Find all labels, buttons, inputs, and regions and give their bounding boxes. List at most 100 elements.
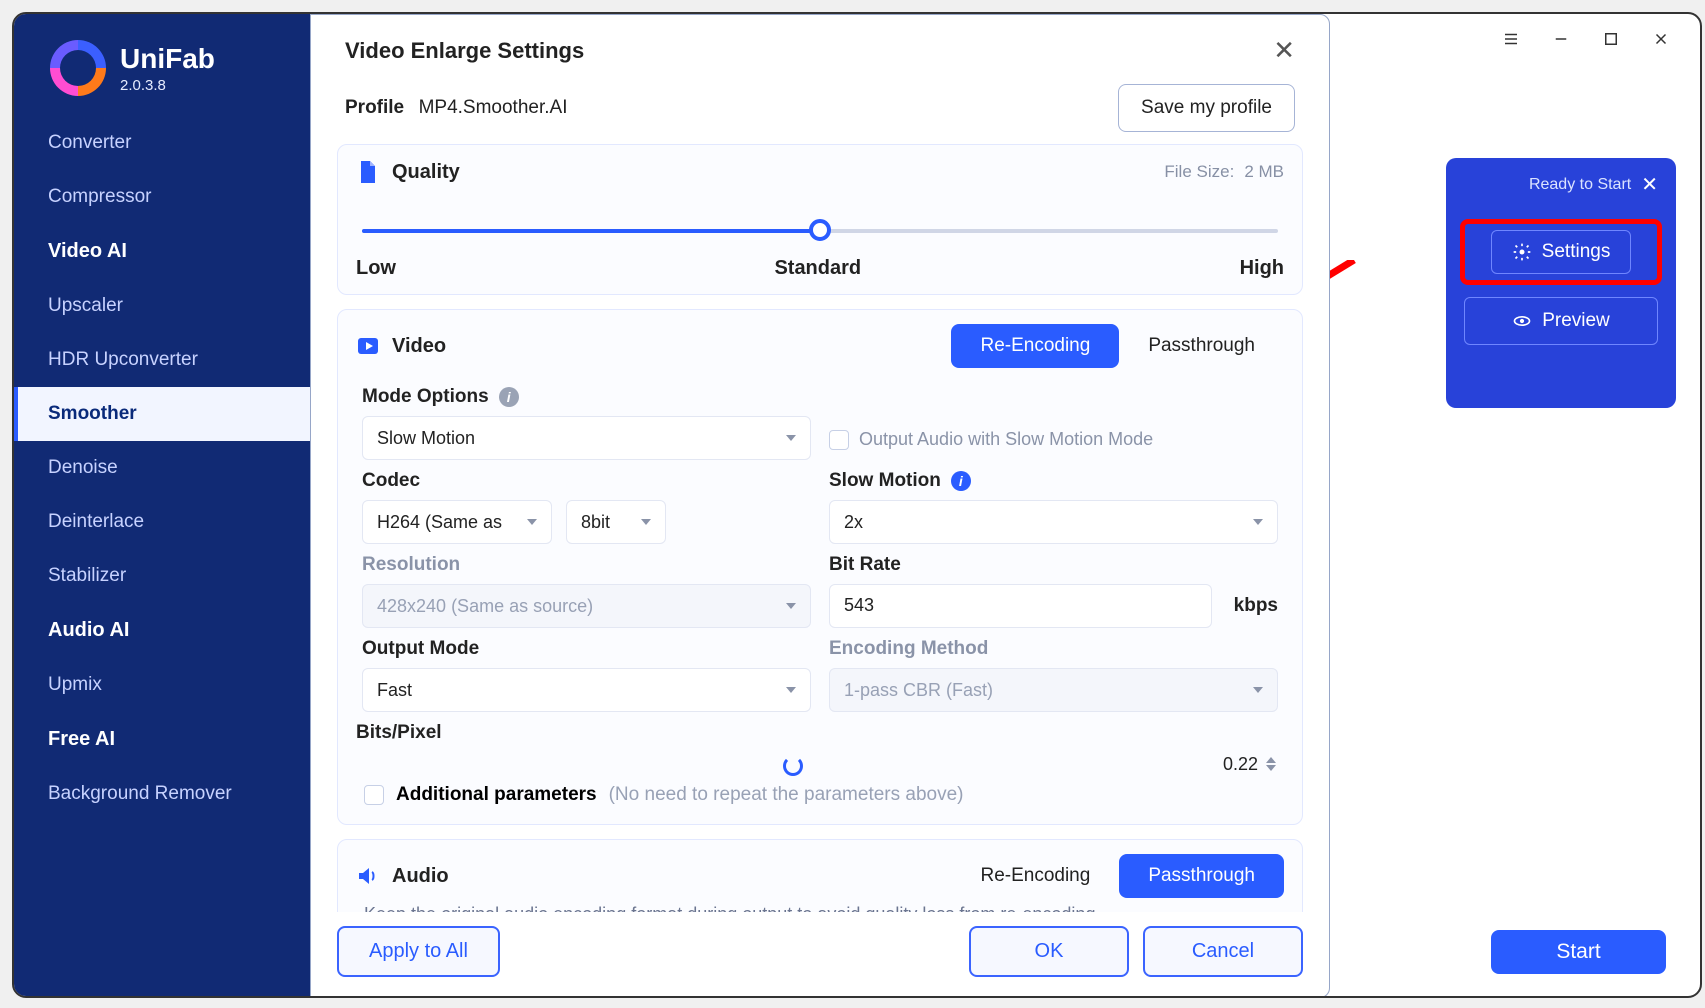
sidebar-header: UniFab 2.0.3.8 <box>14 14 310 116</box>
profile-value: MP4.Smoother.AI <box>419 97 568 118</box>
sidebar-item-background-remover[interactable]: Background Remover <box>14 767 310 821</box>
info-icon[interactable]: i <box>499 387 519 407</box>
quality-low-label: Low <box>356 257 396 280</box>
slow-motion-dropdown[interactable]: 2x <box>829 500 1278 544</box>
mode-options-dropdown[interactable]: Slow Motion <box>362 416 811 460</box>
titlebar <box>1500 14 1700 64</box>
sidebar-section-video-ai: Video AI <box>14 224 310 279</box>
bit-depth-dropdown[interactable]: 8bit <box>566 500 666 544</box>
slow-motion-value: 2x <box>844 512 863 533</box>
task-panel: Ready to Start ✕ Settings Preview <box>1446 158 1676 408</box>
sidebar-item-smoother[interactable]: Smoother <box>14 387 310 441</box>
dialog-body[interactable]: Quality File Size: 2 MB Low Standard Hig… <box>311 144 1329 912</box>
video-enlarge-settings-dialog: Video Enlarge Settings ✕ Profile MP4.Smo… <box>310 14 1330 998</box>
codec-value: H264 (Same as <box>377 512 502 533</box>
quality-high-label: High <box>1240 257 1284 280</box>
chevron-down-icon <box>786 435 796 441</box>
app-version: 2.0.3.8 <box>120 77 215 94</box>
settings-button-highlight: Settings <box>1460 219 1662 285</box>
chevron-down-icon <box>527 519 537 525</box>
chevron-down-icon <box>786 603 796 609</box>
gear-icon <box>1512 242 1532 262</box>
output-audio-checkbox[interactable] <box>829 430 849 450</box>
dialog-close-icon[interactable]: ✕ <box>1273 35 1295 66</box>
main-window: UniFab 2.0.3.8 Converter Compressor Vide… <box>12 12 1702 998</box>
eye-icon <box>1512 311 1532 331</box>
sidebar-item-stabilizer[interactable]: Stabilizer <box>14 549 310 603</box>
audio-passthrough-note: Keep the original audio encoding format … <box>356 898 1284 912</box>
loading-spinner-icon <box>783 756 803 776</box>
sidebar-item-converter[interactable]: Converter <box>14 116 310 170</box>
dialog-footer: Apply to All OK Cancel <box>311 912 1329 997</box>
quality-card: Quality File Size: 2 MB Low Standard Hig… <box>337 144 1303 295</box>
resolution-dropdown: 428x240 (Same as source) <box>362 584 811 628</box>
file-size-value: 2 MB <box>1244 162 1284 182</box>
bit-rate-value: 543 <box>844 595 874 615</box>
mode-options-label: Mode Options <box>362 386 489 408</box>
sidebar-item-compressor[interactable]: Compressor <box>14 170 310 224</box>
settings-button[interactable]: Settings <box>1491 230 1632 274</box>
quality-heading: Quality <box>392 161 460 184</box>
bit-rate-input[interactable]: 543 <box>829 584 1212 628</box>
chevron-down-icon <box>1253 687 1263 693</box>
menu-icon[interactable] <box>1500 28 1522 50</box>
play-icon <box>356 333 380 359</box>
sidebar-section-audio-ai: Audio AI <box>14 603 310 658</box>
dialog-title: Video Enlarge Settings <box>345 38 584 64</box>
video-heading: Video <box>392 335 446 358</box>
settings-button-label: Settings <box>1542 241 1611 263</box>
output-mode-value: Fast <box>377 680 412 701</box>
additional-params-label: Additional parameters <box>396 784 597 806</box>
task-close-icon[interactable]: ✕ <box>1641 172 1658 197</box>
bits-pixel-value: 0.22 <box>1223 754 1258 775</box>
audio-tab-re-encoding[interactable]: Re-Encoding <box>951 854 1119 898</box>
preview-button[interactable]: Preview <box>1464 297 1658 345</box>
speaker-icon <box>356 863 380 889</box>
sidebar-item-upscaler[interactable]: Upscaler <box>14 279 310 333</box>
output-mode-label: Output Mode <box>362 638 479 660</box>
save-profile-button[interactable]: Save my profile <box>1118 84 1295 132</box>
ok-button[interactable]: OK <box>969 926 1129 977</box>
additional-params-checkbox[interactable] <box>364 785 384 805</box>
document-icon <box>356 159 380 185</box>
bits-pixel-label: Bits/Pixel <box>356 722 442 744</box>
sidebar-items: Converter Compressor Video AI Upscaler H… <box>14 116 310 821</box>
resolution-label: Resolution <box>362 554 460 576</box>
sidebar-item-hdr-upconverter[interactable]: HDR Upconverter <box>14 333 310 387</box>
chevron-down-icon <box>1253 519 1263 525</box>
bits-pixel-stepper[interactable] <box>1266 757 1276 771</box>
quality-slider[interactable] <box>362 211 1278 251</box>
additional-params-hint: (No need to repeat the parameters above) <box>609 784 964 806</box>
codec-dropdown[interactable]: H264 (Same as <box>362 500 552 544</box>
quality-slider-thumb[interactable] <box>809 219 831 241</box>
maximize-icon[interactable] <box>1600 28 1622 50</box>
task-status: Ready to Start <box>1529 176 1631 194</box>
tab-passthrough[interactable]: Passthrough <box>1119 324 1284 368</box>
slow-motion-label: Slow Motion <box>829 470 941 492</box>
audio-tab-passthrough[interactable]: Passthrough <box>1119 854 1284 898</box>
mode-options-value: Slow Motion <box>377 428 475 449</box>
info-icon[interactable]: i <box>951 471 971 491</box>
preview-button-label: Preview <box>1542 310 1610 332</box>
sidebar-item-upmix[interactable]: Upmix <box>14 658 310 712</box>
chevron-down-icon <box>641 519 651 525</box>
encoding-method-value: 1-pass CBR (Fast) <box>844 680 993 701</box>
bit-depth-value: 8bit <box>581 512 610 533</box>
quality-standard-label: Standard <box>774 257 861 280</box>
output-mode-dropdown[interactable]: Fast <box>362 668 811 712</box>
close-icon[interactable] <box>1650 28 1672 50</box>
video-card: Video Re-Encoding Passthrough Mode Optio… <box>337 309 1303 825</box>
resolution-value: 428x240 (Same as source) <box>377 596 593 617</box>
app-name: UniFab <box>120 43 215 75</box>
bit-rate-label: Bit Rate <box>829 554 901 576</box>
start-button-label: Start <box>1556 940 1600 964</box>
tab-re-encoding[interactable]: Re-Encoding <box>951 324 1119 368</box>
sidebar-item-denoise[interactable]: Denoise <box>14 441 310 495</box>
cancel-button[interactable]: Cancel <box>1143 926 1303 977</box>
minimize-icon[interactable] <box>1550 28 1572 50</box>
apply-to-all-button[interactable]: Apply to All <box>337 926 500 977</box>
sidebar-item-deinterlace[interactable]: Deinterlace <box>14 495 310 549</box>
start-button[interactable]: Start <box>1491 930 1666 974</box>
file-size-label: File Size: <box>1164 162 1234 182</box>
bit-rate-unit: kbps <box>1234 595 1278 617</box>
